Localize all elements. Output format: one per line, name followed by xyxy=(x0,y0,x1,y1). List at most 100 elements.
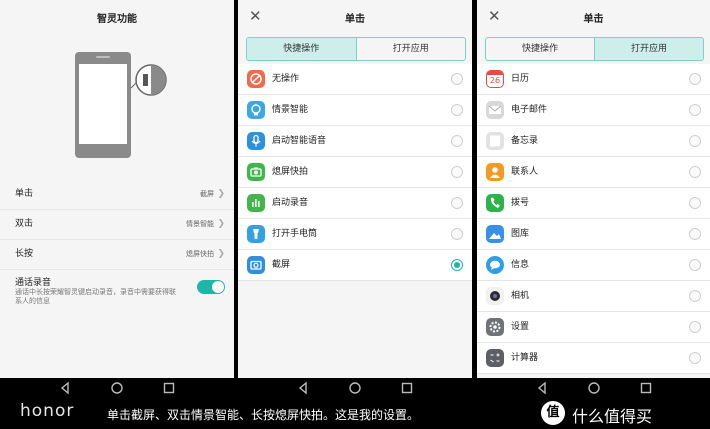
list-item-memo[interactable]: 备忘录 xyxy=(477,126,710,157)
radio-button[interactable] xyxy=(689,321,701,333)
list-item-calculator[interactable]: 计算器 xyxy=(477,343,710,374)
tab-quick-actions[interactable]: 快捷操作 xyxy=(247,38,356,60)
calendar-date: 26 xyxy=(489,76,501,85)
radio-button[interactable] xyxy=(689,166,701,178)
list-item-camera[interactable]: 相机 xyxy=(477,281,710,312)
list-item-scene-intelligence[interactable]: 情景智能 xyxy=(238,95,472,126)
list-item-label: 启动录音 xyxy=(272,198,309,208)
message-icon xyxy=(486,256,504,274)
no-action-icon xyxy=(247,70,265,88)
radio-button[interactable] xyxy=(451,104,463,116)
list-item-messages[interactable]: 信息 xyxy=(477,250,710,281)
radio-button[interactable] xyxy=(451,166,463,178)
tab-switcher: 快捷操作 打开应用 xyxy=(485,37,704,61)
chevron-right-icon: ❯ xyxy=(217,219,225,229)
settings-row-long-press[interactable]: 长按 熄屏快拍 ❯ xyxy=(0,239,234,270)
page-title: 单击 xyxy=(583,14,604,25)
memo-icon xyxy=(486,132,504,150)
radio-button[interactable] xyxy=(689,259,701,271)
chevron-right-icon: ❯ xyxy=(217,189,225,199)
row-value: 熄屏快拍 xyxy=(186,250,214,258)
list-item-settings[interactable]: 设置 xyxy=(477,312,710,343)
caption-bar: honor 单击截屏、双击情景智能、长按熄屏快拍。这是我的设置。 值 什么值得买 xyxy=(0,398,710,429)
settings-panel: 智灵功能 单击 截屏 ❯ 双击 情景智能 ❯ 长按 熄屏快拍 ❯ 通话录音 通话… xyxy=(0,0,234,398)
recents-icon[interactable] xyxy=(639,381,653,395)
list-item-start-recording[interactable]: 启动录音 xyxy=(238,188,472,219)
radio-button[interactable] xyxy=(689,135,701,147)
header: 智灵功能 xyxy=(0,0,234,34)
phone-illustration xyxy=(75,52,167,158)
row-label: 长按 xyxy=(15,249,34,259)
radio-button[interactable] xyxy=(689,290,701,302)
tab-quick-actions[interactable]: 快捷操作 xyxy=(486,38,594,60)
app-list: 26 日历 电子邮件 备忘录 联系人 拨号 图库 信息 相机 设置 计算器 xyxy=(477,64,710,374)
list-item-label: 启动智能语音 xyxy=(272,136,327,146)
list-item-label: 拨号 xyxy=(511,198,530,208)
list-item-label: 信息 xyxy=(511,260,530,270)
tab-open-app[interactable]: 打开应用 xyxy=(357,38,466,60)
row-value: 截屏 xyxy=(200,190,214,198)
radio-button[interactable] xyxy=(689,228,701,240)
list-item-label: 图库 xyxy=(511,229,530,239)
quick-action-panel: ✕ 单击 快捷操作 打开应用 无操作 情景智能 启动智能语音 熄屏快拍 启动录音… xyxy=(238,0,472,398)
list-item-label: 联系人 xyxy=(511,167,539,177)
contacts-icon xyxy=(486,163,504,181)
caption-text: 单击截屏、双击情景智能、长按熄屏快拍。这是我的设置。 xyxy=(107,408,420,422)
list-item-label: 截屏 xyxy=(272,260,291,270)
watermark: 什么值得买 xyxy=(572,407,653,426)
recorder-icon xyxy=(247,194,265,212)
open-app-panel: ✕ 单击 快捷操作 打开应用 26 日历 电子邮件 备忘录 联系人 拨号 图库 … xyxy=(477,0,710,398)
list-item-no-action[interactable]: 无操作 xyxy=(238,64,472,95)
list-item-screenshot[interactable]: 截屏 xyxy=(238,250,472,281)
list-item-gallery[interactable]: 图库 xyxy=(477,219,710,250)
watermark-badge-icon: 值 xyxy=(541,401,565,425)
navigation-bar xyxy=(0,378,234,398)
header: ✕ 单击 xyxy=(238,0,472,34)
navigation-bar xyxy=(238,378,472,398)
camera-app-icon xyxy=(486,287,504,305)
radio-button-selected[interactable] xyxy=(451,259,463,271)
recents-icon[interactable] xyxy=(162,381,176,395)
header: ✕ 单击 xyxy=(477,0,710,34)
home-icon[interactable] xyxy=(348,381,362,395)
settings-row-single-tap[interactable]: 单击 截屏 ❯ xyxy=(0,179,234,210)
list-item-label: 备忘录 xyxy=(511,136,539,146)
list-item-flashlight[interactable]: 打开手电筒 xyxy=(238,219,472,250)
action-list: 无操作 情景智能 启动智能语音 熄屏快拍 启动录音 打开手电筒 截屏 xyxy=(238,64,472,281)
list-item-label: 情景智能 xyxy=(272,105,309,115)
chevron-right-icon: ❯ xyxy=(217,249,225,259)
list-item-label: 熄屏快拍 xyxy=(272,167,309,177)
back-icon[interactable] xyxy=(58,381,72,395)
list-item-screen-off-snapshot[interactable]: 熄屏快拍 xyxy=(238,157,472,188)
list-item-calendar[interactable]: 26 日历 xyxy=(477,64,710,95)
list-item-email[interactable]: 电子邮件 xyxy=(477,95,710,126)
radio-button[interactable] xyxy=(689,352,701,364)
radio-button[interactable] xyxy=(689,104,701,116)
back-icon[interactable] xyxy=(535,381,549,395)
list-item-label: 日历 xyxy=(511,74,530,84)
call-record-label: 通话录音 xyxy=(15,278,52,288)
radio-button[interactable] xyxy=(451,228,463,240)
settings-row-double-tap[interactable]: 双击 情景智能 ❯ xyxy=(0,209,234,240)
email-icon xyxy=(486,101,504,119)
radio-button[interactable] xyxy=(689,73,701,85)
list-item-dialer[interactable]: 拨号 xyxy=(477,188,710,219)
brand-logo: honor xyxy=(20,401,75,421)
home-icon[interactable] xyxy=(110,381,124,395)
list-item-voice-assistant[interactable]: 启动智能语音 xyxy=(238,126,472,157)
call-record-toggle[interactable] xyxy=(197,280,225,294)
radio-button[interactable] xyxy=(451,73,463,85)
call-record-setting: 通话录音 通话中长按荣耀智灵键启动录音，录音中需要获得联系人的信息 xyxy=(0,270,234,315)
radio-button[interactable] xyxy=(451,135,463,147)
list-item-contacts[interactable]: 联系人 xyxy=(477,157,710,188)
gallery-icon xyxy=(486,225,504,243)
list-item-label: 无操作 xyxy=(272,74,300,84)
radio-button[interactable] xyxy=(451,197,463,209)
home-icon[interactable] xyxy=(587,381,601,395)
tab-open-app[interactable]: 打开应用 xyxy=(595,38,703,60)
radio-button[interactable] xyxy=(689,197,701,209)
row-value: 情景智能 xyxy=(186,220,214,228)
back-icon[interactable] xyxy=(296,381,310,395)
recents-icon[interactable] xyxy=(400,381,414,395)
calculator-icon xyxy=(486,349,504,367)
